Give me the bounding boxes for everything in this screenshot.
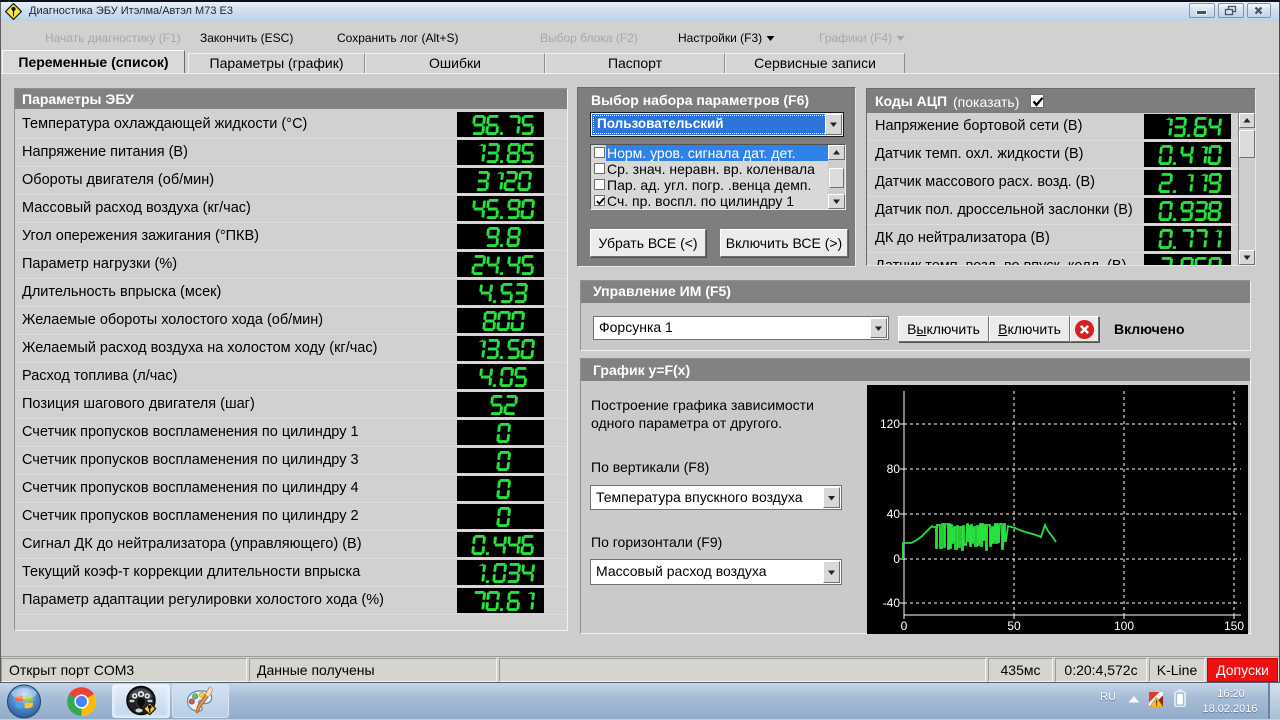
svg-text:-40: -40 — [883, 596, 901, 610]
svg-text:0: 0 — [893, 552, 900, 566]
svg-text:80: 80 — [887, 462, 901, 476]
svg-text:120: 120 — [880, 417, 900, 431]
svg-text:150: 150 — [1224, 619, 1244, 633]
svg-text:0: 0 — [901, 619, 908, 633]
svg-text:100: 100 — [1114, 619, 1134, 633]
svg-text:50: 50 — [1007, 619, 1021, 633]
svg-text:40: 40 — [887, 507, 901, 521]
